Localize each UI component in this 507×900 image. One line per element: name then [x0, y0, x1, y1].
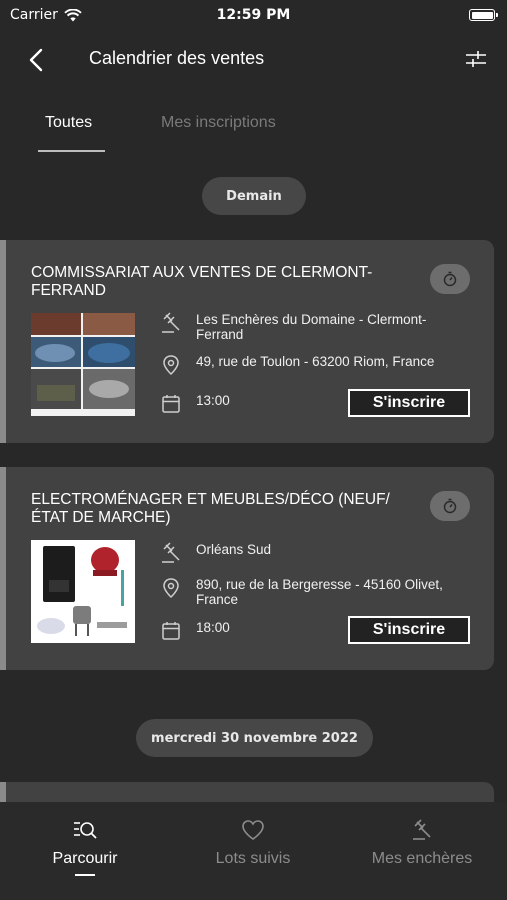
bottom-tab-bar: Parcourir Lots suivis Mes enchères — [0, 802, 507, 900]
location-pin-icon — [163, 355, 179, 376]
auctioneer-row: Les Enchères du Domaine - Clermont-Ferra… — [160, 312, 471, 342]
tab-label: Mes enchères — [371, 850, 473, 867]
wifi-icon — [64, 8, 82, 21]
sale-thumbnail-appliances[interactable] — [31, 540, 135, 643]
gavel-icon — [162, 542, 180, 563]
location-pin-icon — [163, 578, 179, 599]
tab-toutes[interactable]: Toutes — [45, 114, 92, 132]
active-tab-underline — [38, 150, 105, 152]
chevron-left-icon — [29, 48, 43, 72]
sale-address: 890, rue de la Bergeresse - 45160 Olivet… — [196, 577, 443, 607]
browse-search-icon — [74, 822, 97, 839]
nav-bar: Calendrier des ventes — [0, 38, 507, 82]
auctioneer-name: Orléans Sud — [196, 542, 272, 557]
timer-badge — [430, 491, 470, 521]
tab-label: Parcourir — [52, 850, 118, 867]
sale-address: 49, rue de Toulon - 63200 Riom, France — [196, 354, 435, 369]
auctioneer-name: Les Enchères du Domaine - Clermont-Ferra… — [196, 312, 427, 342]
date-header-pill: Demain — [202, 177, 306, 215]
tab-parcourir[interactable]: Parcourir — [10, 818, 160, 868]
tab-lots-suivis[interactable]: Lots suivis — [178, 818, 328, 868]
tab-mes-inscriptions[interactable]: Mes inscriptions — [161, 114, 276, 132]
register-button[interactable]: S'inscrire — [348, 389, 470, 417]
stopwatch-icon — [443, 271, 457, 287]
active-tab-indicator — [75, 874, 95, 876]
battery-icon — [469, 9, 498, 21]
page-title: Calendrier des ventes — [89, 48, 265, 68]
address-row: 49, rue de Toulon - 63200 Riom, France — [160, 354, 471, 376]
sale-card[interactable]: ELECTROMÉNAGER ET MEUBLES/DÉCO (NEUF/ ÉT… — [0, 467, 494, 670]
address-row: 890, rue de la Bergeresse - 45160 Olivet… — [160, 577, 471, 607]
status-left: Carrier — [10, 7, 82, 23]
sale-card[interactable]: COMMISSARIAT AUX VENTES DE CLERMONT-FERR… — [0, 240, 494, 443]
sliders-icon — [466, 51, 486, 67]
stopwatch-icon — [443, 498, 457, 514]
register-button[interactable]: S'inscrire — [348, 616, 470, 644]
heart-icon — [242, 820, 264, 840]
back-button[interactable] — [24, 46, 48, 74]
calendar-icon — [162, 622, 180, 640]
calendar-icon — [162, 395, 180, 413]
status-bar: Carrier 12:59 PM — [0, 0, 507, 30]
auctioneer-row: Orléans Sud — [160, 542, 471, 564]
carrier-label: Carrier — [10, 7, 58, 23]
sale-thumbnail-cars[interactable] — [31, 313, 135, 416]
tab-mes-encheres[interactable]: Mes enchères — [347, 818, 497, 868]
date-header-pill: mercredi 30 novembre 2022 — [136, 719, 373, 757]
filter-button[interactable] — [465, 48, 489, 72]
segment-tabs: Toutes Mes inscriptions — [0, 110, 507, 154]
gavel-icon — [162, 312, 180, 333]
tab-label: Lots suivis — [215, 850, 291, 867]
gavel-icon — [413, 819, 431, 840]
sale-title: COMMISSARIAT AUX VENTES DE CLERMONT-FERR… — [31, 264, 373, 299]
sale-title: ELECTROMÉNAGER ET MEUBLES/DÉCO (NEUF/ ÉT… — [31, 491, 390, 526]
timer-badge — [430, 264, 470, 294]
